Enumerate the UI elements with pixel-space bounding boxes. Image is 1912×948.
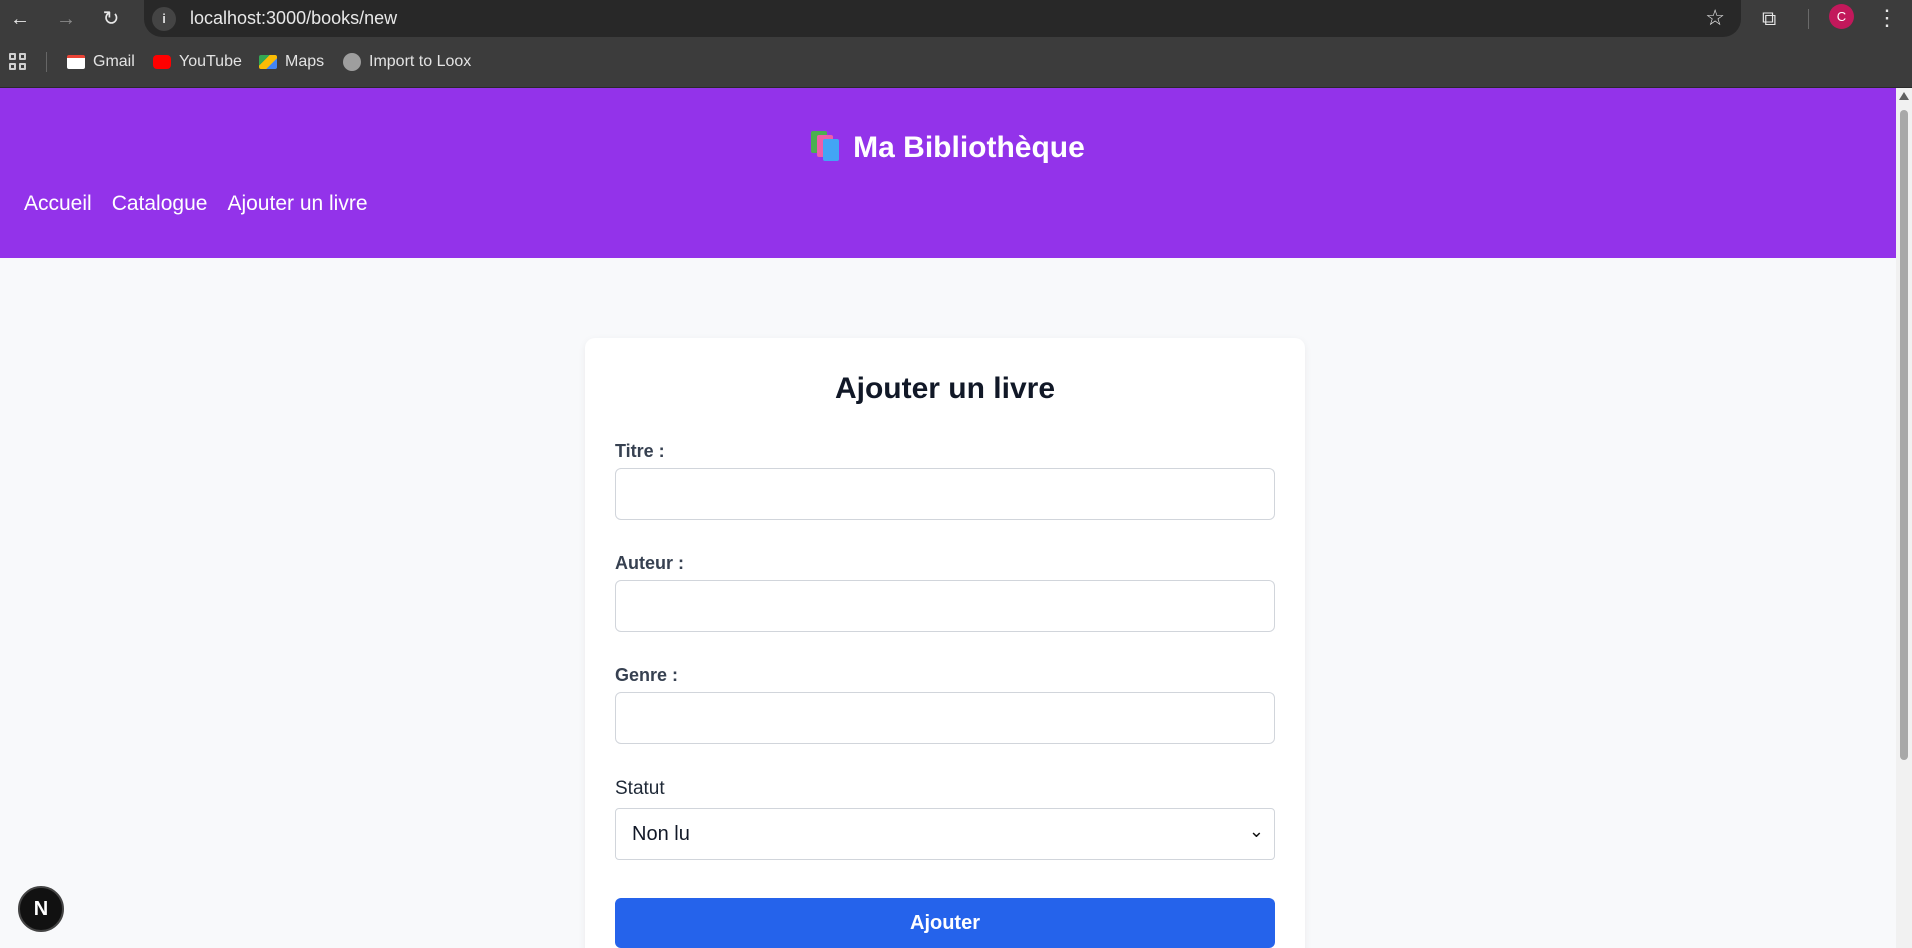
site-header: Ma Bibliothèque Accueil Catalogue Ajoute… [0,88,1896,258]
titre-input[interactable] [615,468,1275,520]
bookmark-gmail[interactable]: Gmail [67,50,135,74]
page-scrollbar[interactable] [1896,88,1912,948]
form-heading: Ajouter un livre [834,372,1056,405]
page-viewport: Ma Bibliothèque Accueil Catalogue Ajoute… [0,88,1896,948]
bookmark-star-icon[interactable]: ☆ [1705,5,1725,31]
site-title-text: Ma Bibliothèque [853,131,1085,164]
scrollbar-thumb[interactable] [1900,110,1908,760]
toolbar-divider [1808,9,1809,29]
bookmark-youtube[interactable]: YouTube [153,50,242,74]
maps-icon [259,55,277,69]
url-text[interactable]: localhost:3000/books/new [190,7,397,29]
add-book-submit-button[interactable]: Ajouter [615,898,1275,948]
browser-toolbar: ← → ↻ i localhost:3000/books/new ☆ ⧉ C ⋮ [0,0,1912,37]
statut-selected-value: Non lu [632,823,690,845]
address-bar[interactable]: i localhost:3000/books/new ☆ [144,0,1741,37]
statut-select[interactable]: Non lu ⌄ [615,808,1275,860]
chevron-down-icon: ⌄ [1248,821,1264,841]
bookmark-label: Import to Loox [369,53,472,70]
back-icon[interactable]: ← [6,5,34,33]
bookmark-label: Gmail [93,53,135,70]
bookmark-label: YouTube [179,53,242,70]
site-nav: Accueil Catalogue Ajouter un livre [24,190,368,218]
nav-link-ajouter-un-livre[interactable]: Ajouter un livre [227,190,367,218]
books-icon [811,131,843,161]
nav-link-accueil[interactable]: Accueil [24,190,92,218]
titre-label: Titre : [615,441,665,461]
statut-label: Statut [615,778,665,799]
youtube-icon [153,55,171,69]
genre-label: Genre : [615,665,679,685]
bookmarks-divider [46,52,47,72]
add-book-form-card: Ajouter un livre Titre : Auteur : Genre … [585,338,1305,948]
site-info-icon[interactable]: i [152,7,176,31]
scroll-up-icon[interactable] [1899,92,1909,100]
apps-grid-icon[interactable] [9,53,27,71]
gmail-icon [67,55,85,69]
auteur-label: Auteur : [615,553,684,573]
browser-menu-icon[interactable]: ⋮ [1876,4,1898,32]
bookmark-maps[interactable]: Maps [259,50,324,74]
auteur-input[interactable] [615,580,1275,632]
nav-link-catalogue[interactable]: Catalogue [112,190,208,218]
bookmark-label: Maps [285,53,325,70]
forward-icon[interactable]: → [52,5,80,33]
genre-input[interactable] [615,692,1275,744]
profile-avatar[interactable]: C [1829,4,1854,29]
bookmark-import-to-loox[interactable]: Import to Loox [343,50,471,74]
nextjs-dev-badge[interactable]: N [18,886,64,932]
extensions-icon[interactable]: ⧉ [1762,5,1776,33]
reload-icon[interactable]: ↻ [97,5,125,33]
site-title: Ma Bibliothèque [0,128,1896,168]
globe-icon [343,53,361,71]
